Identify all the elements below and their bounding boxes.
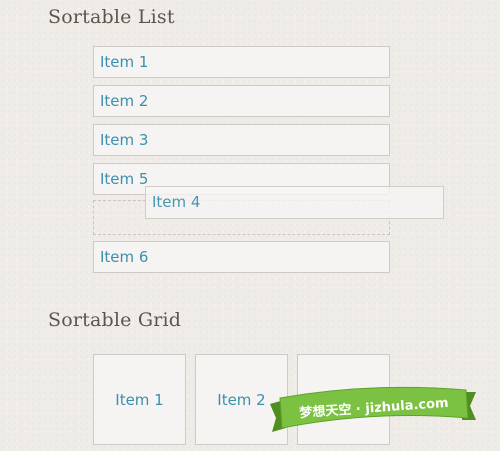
- watermark-ribbon-logo: 梦想天空 · jizhula.com: [262, 384, 484, 436]
- list-item[interactable]: Item 6: [93, 241, 390, 273]
- sortable-grid-heading: Sortable Grid: [48, 309, 182, 331]
- list-item[interactable]: Item 3: [93, 124, 390, 156]
- list-item[interactable]: Item 2: [93, 85, 390, 117]
- sortable-list-heading: Sortable List: [48, 6, 175, 28]
- dragging-list-item[interactable]: Item 4: [145, 186, 444, 219]
- ribbon-icon: 梦想天空 · jizhula.com: [270, 386, 476, 432]
- grid-item[interactable]: Item 1: [93, 354, 186, 445]
- list-item[interactable]: Item 1: [93, 46, 390, 78]
